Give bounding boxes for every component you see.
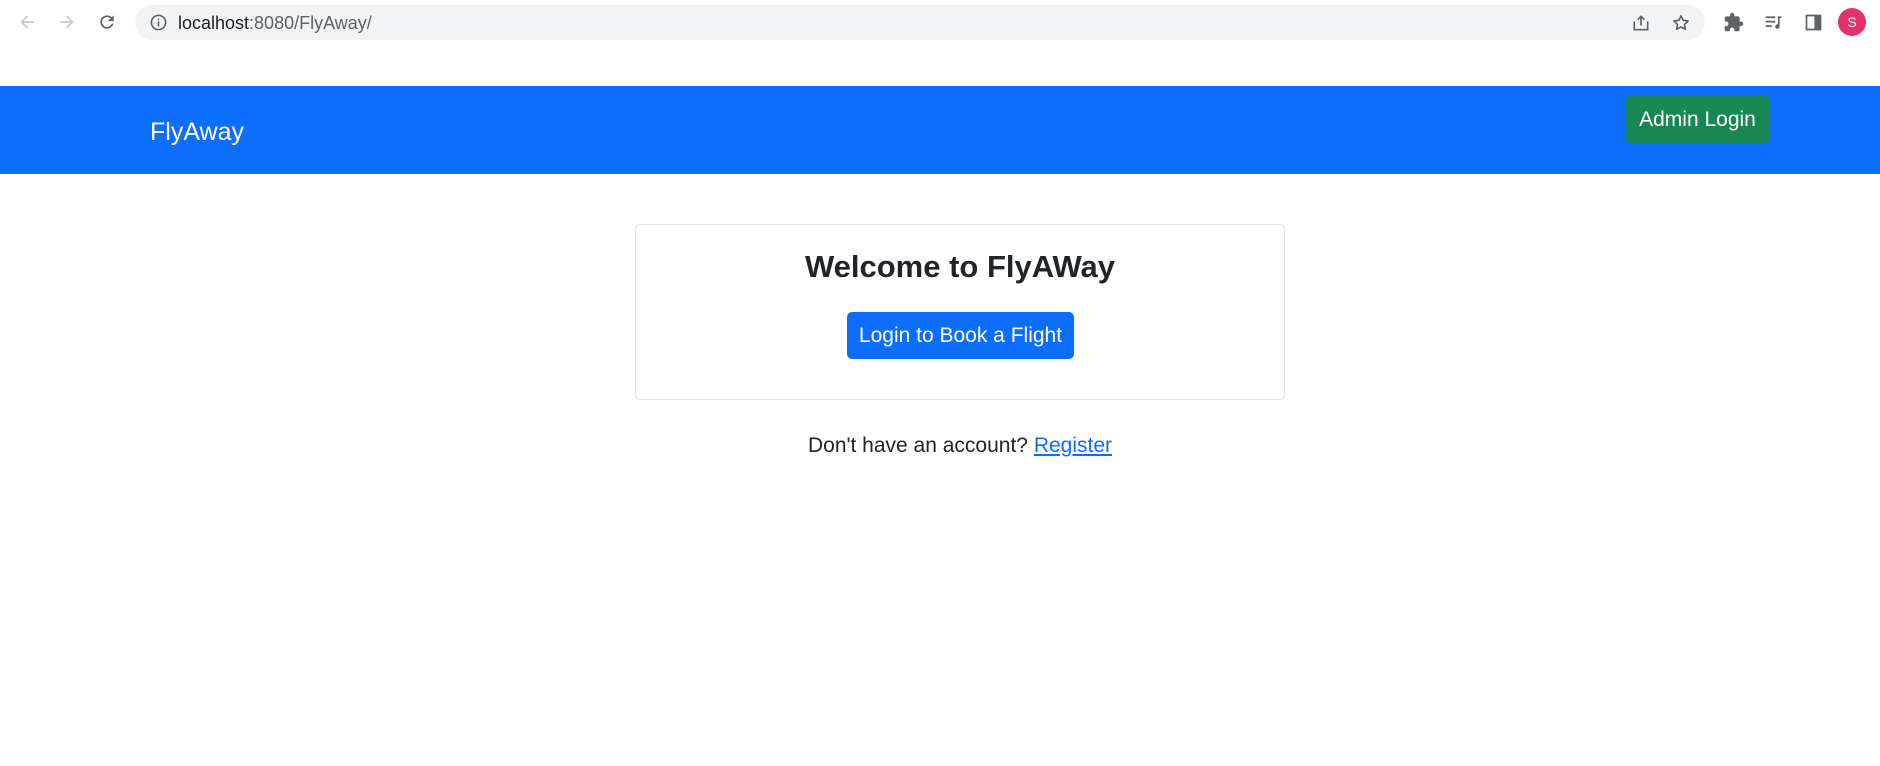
back-icon[interactable] — [13, 8, 41, 36]
forward-icon[interactable] — [53, 8, 81, 36]
url-host: localhost — [178, 13, 250, 33]
site-info-icon[interactable] — [149, 13, 168, 32]
url-path: :8080/FlyAway/ — [249, 13, 372, 33]
welcome-card: Welcome to FlyAWay Login to Book a Fligh… — [635, 224, 1285, 400]
profile-avatar[interactable]: S — [1838, 8, 1866, 36]
reload-icon[interactable] — [93, 8, 121, 36]
admin-login-button[interactable]: Admin Login — [1625, 96, 1770, 143]
share-icon[interactable] — [1630, 12, 1652, 34]
extensions-icon[interactable] — [1721, 10, 1745, 34]
url-text[interactable]: localhost:8080/FlyAway/ — [178, 13, 372, 33]
register-prompt-text: Don't have an account? — [807, 434, 1028, 457]
register-link[interactable]: Register — [1034, 434, 1112, 457]
browser-toolbar: localhost:8080/FlyAway/ S — [0, 0, 1880, 44]
welcome-title: Welcome to FlyAWay — [804, 249, 1116, 284]
app-navbar: FlyAway Admin Login — [0, 86, 1880, 174]
address-bar[interactable]: localhost:8080/FlyAway/ — [135, 5, 1705, 40]
register-prompt: Don't have an account? Register — [0, 433, 1880, 459]
side-panel-icon[interactable] — [1801, 10, 1825, 34]
reading-list-icon[interactable] — [1761, 10, 1785, 34]
login-to-book-button[interactable]: Login to Book a Flight — [847, 312, 1074, 359]
bookmark-star-icon[interactable] — [1670, 12, 1692, 34]
brand-logo[interactable]: FlyAway — [150, 117, 244, 147]
